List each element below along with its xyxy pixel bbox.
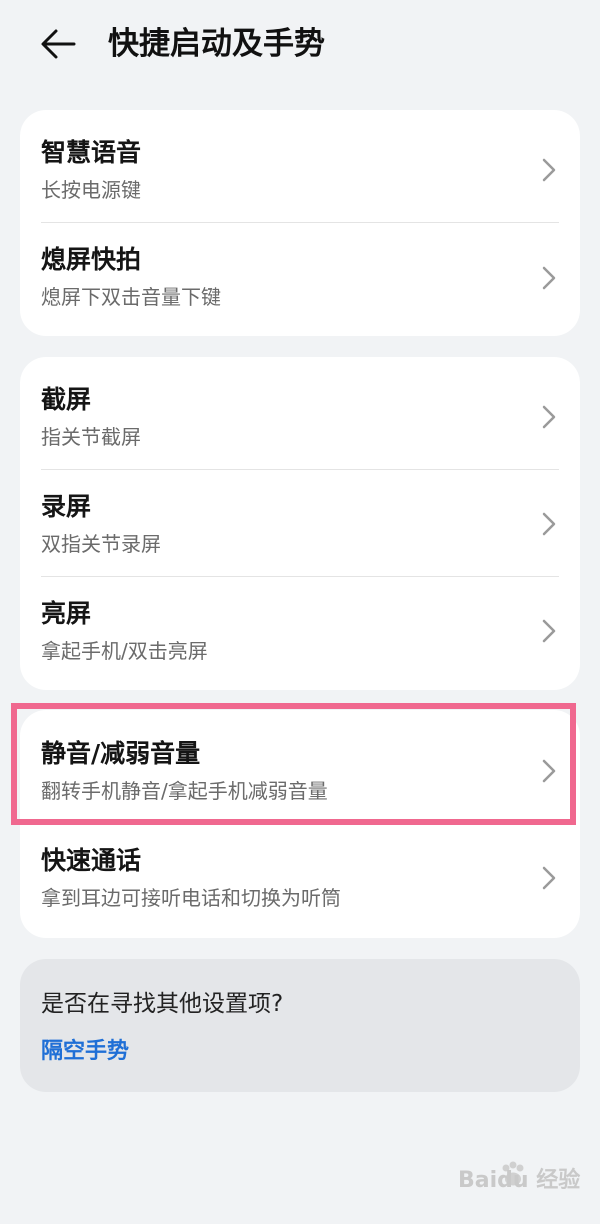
setting-item-screenshot[interactable]: 截屏 指关节截屏 xyxy=(20,357,580,469)
suggestion-card: 是否在寻找其他设置项? 隔空手势 xyxy=(20,959,580,1092)
page-title: 快捷启动及手势 xyxy=(108,26,325,62)
chevron-right-icon xyxy=(542,866,556,890)
chevron-right-icon xyxy=(542,759,556,783)
setting-item-quick-call[interactable]: 快速通话 拿到耳边可接听电话和切换为听筒 xyxy=(20,827,580,938)
header: 快捷启动及手势 xyxy=(0,0,600,100)
chevron-right-icon xyxy=(542,266,556,290)
arrow-left-icon xyxy=(41,29,76,59)
setting-item-title: 亮屏 xyxy=(41,599,92,628)
setting-item-screen-off-snapshot[interactable]: 熄屏快拍 熄屏下双击音量下键 xyxy=(20,223,580,336)
setting-item-subtitle: 翻转手机静音/拿起手机减弱音量 xyxy=(41,779,328,803)
chevron-right-icon xyxy=(542,405,556,429)
setting-item-title: 静音/减弱音量 xyxy=(41,739,201,768)
setting-item-screen-record[interactable]: 录屏 双指关节录屏 xyxy=(20,470,580,576)
setting-item-title: 熄屏快拍 xyxy=(41,245,142,274)
setting-item-title: 截屏 xyxy=(41,385,92,414)
setting-item-title: 智慧语音 xyxy=(41,138,142,167)
setting-item-subtitle: 长按电源键 xyxy=(41,178,141,202)
setting-item-subtitle: 熄屏下双击音量下键 xyxy=(41,285,221,309)
settings-group-3: 静音/减弱音量 翻转手机静音/拿起手机减弱音量 快速通话 拿到耳边可接听电话和切… xyxy=(20,710,580,938)
setting-item-smart-voice[interactable]: 智慧语音 长按电源键 xyxy=(20,110,580,222)
chevron-right-icon xyxy=(542,619,556,643)
settings-group-1: 智慧语音 长按电源键 熄屏快拍 熄屏下双击音量下键 xyxy=(20,110,580,336)
watermark: Baidu 经验 xyxy=(458,1168,581,1193)
setting-item-wake-screen[interactable]: 亮屏 拿起手机/双击亮屏 xyxy=(20,577,580,690)
setting-item-title: 快速通话 xyxy=(41,846,142,875)
setting-item-subtitle: 拿起手机/双击亮屏 xyxy=(41,639,208,663)
suggestion-link-air-gesture[interactable]: 隔空手势 xyxy=(41,1037,129,1067)
setting-item-subtitle: 拿到耳边可接听电话和切换为听筒 xyxy=(41,886,341,910)
chevron-right-icon xyxy=(542,158,556,182)
suggestion-question: 是否在寻找其他设置项? xyxy=(41,991,284,1017)
setting-item-title: 录屏 xyxy=(41,492,92,521)
setting-item-subtitle: 指关节截屏 xyxy=(41,425,141,449)
settings-group-2: 截屏 指关节截屏 录屏 双指关节录屏 亮屏 拿起手机/双击亮屏 xyxy=(20,357,580,690)
chevron-right-icon xyxy=(542,512,556,536)
back-button[interactable] xyxy=(38,22,82,66)
setting-item-subtitle: 双指关节录屏 xyxy=(41,532,161,556)
setting-item-mute-lower-volume[interactable]: 静音/减弱音量 翻转手机静音/拿起手机减弱音量 xyxy=(20,710,580,827)
